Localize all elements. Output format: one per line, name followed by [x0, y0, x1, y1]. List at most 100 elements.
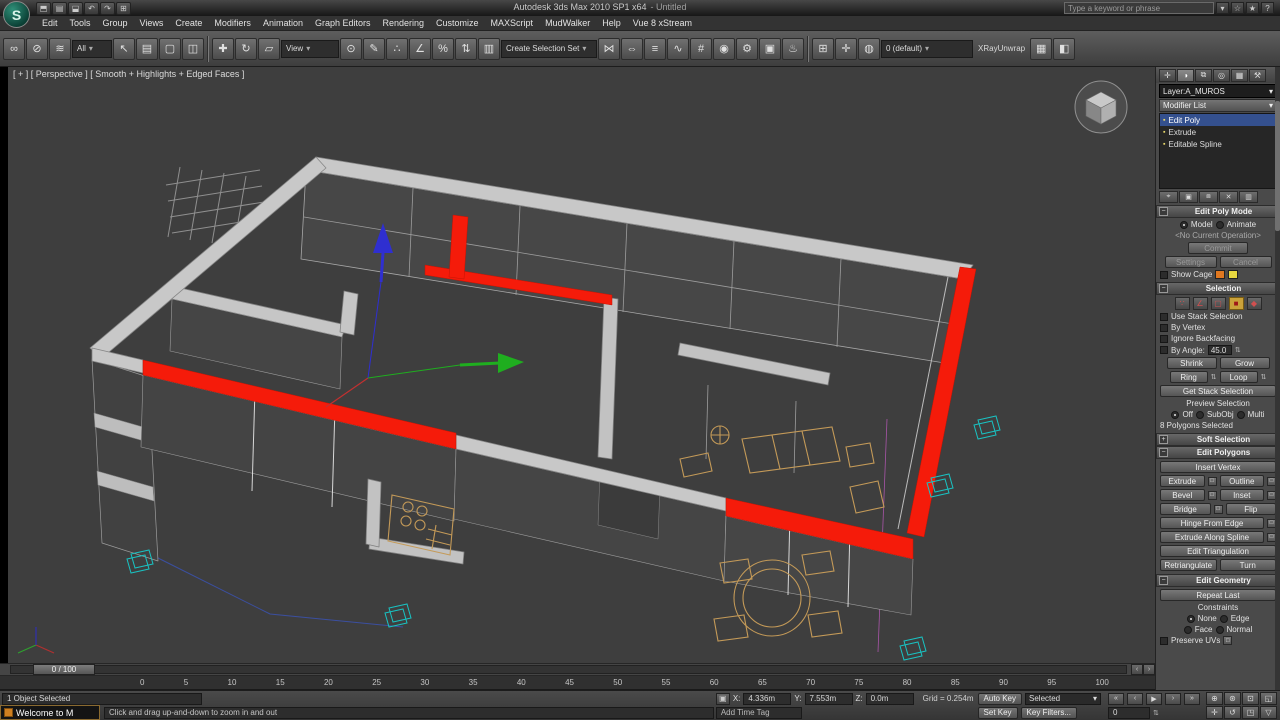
select-and-rotate-icon[interactable]: ↻ — [235, 37, 257, 60]
zoom-all-icon[interactable]: ⊛ — [1224, 692, 1241, 705]
x-coordinate-field[interactable]: 4.336m — [743, 692, 792, 705]
undo-icon[interactable]: ↶ — [84, 1, 99, 15]
bevel-settings-icon[interactable]: □ — [1207, 490, 1217, 500]
select-and-move-icon[interactable]: ✚ — [212, 37, 234, 60]
unlink-selection-icon[interactable]: ⊘ — [26, 37, 48, 60]
collapse-icon[interactable]: − — [1159, 576, 1168, 585]
spinner-icon[interactable]: ⇅ — [1235, 346, 1241, 354]
search-icon[interactable]: ▾ — [1216, 2, 1229, 14]
constraint-edge-radio[interactable] — [1219, 614, 1228, 623]
selected-keying-dropdown[interactable]: Selected ▾ — [1025, 692, 1101, 705]
vertex-mode-icon[interactable]: ∵ — [1174, 297, 1190, 310]
render-production-icon[interactable]: ♨ — [782, 37, 804, 60]
y-coordinate-field[interactable]: 7.553m — [804, 692, 853, 705]
modifier-stack-row[interactable]: ▪ Extrude — [1160, 126, 1276, 138]
new-scene-icon[interactable]: ⬒ — [36, 1, 51, 15]
tab-utilities[interactable]: ⚒ — [1249, 68, 1266, 82]
select-and-scale-icon[interactable]: ▱ — [258, 37, 280, 60]
next-frame-button[interactable]: › — [1165, 692, 1181, 705]
viewport-label[interactable]: [ + ] [ Perspective ] [ Smooth + Highlig… — [13, 69, 244, 79]
collapse-icon[interactable]: − — [1159, 284, 1168, 293]
modifier-list-dropdown[interactable]: Modifier List ▾ — [1159, 99, 1277, 112]
time-slider-handle[interactable]: 0 / 100 — [33, 664, 95, 675]
rollout-soft-selection-header[interactable]: + Soft Selection — [1156, 433, 1280, 446]
unwrap-options-icon[interactable]: ◧ — [1053, 37, 1076, 60]
menu-item[interactable]: Tools — [64, 18, 97, 28]
constraint-face-radio[interactable] — [1183, 625, 1192, 634]
menu-item[interactable]: Help — [596, 18, 627, 28]
use-center-icon[interactable]: ⊙ — [340, 37, 362, 60]
spinner-snap-icon[interactable]: ⇅ — [455, 37, 477, 60]
modifier-lightbulb-icon[interactable]: ▪ — [1163, 117, 1165, 124]
open-file-icon[interactable]: ▤ — [52, 1, 67, 15]
xview-icon[interactable]: ◍ — [858, 37, 880, 60]
tab-motion[interactable]: ◎ — [1213, 68, 1230, 82]
z-coordinate-field[interactable]: 0.0m — [865, 692, 914, 705]
retriangulate-button[interactable]: Retriangulate — [1160, 559, 1217, 571]
menu-item[interactable]: Edit — [36, 18, 64, 28]
commit-button[interactable]: Commit — [1188, 242, 1248, 254]
pan-icon[interactable]: ✛ — [1206, 706, 1223, 719]
edit-triangulation-button[interactable]: Edit Triangulation — [1160, 545, 1276, 557]
extrude-along-spline-button[interactable]: Extrude Along Spline — [1160, 531, 1264, 543]
reference-coordinate-dropdown[interactable]: View ▾ — [281, 39, 339, 58]
time-slider[interactable]: 0 / 100 ‹ › — [0, 663, 1155, 676]
zoom-icon[interactable]: ⊕ — [1206, 692, 1223, 705]
extrude-button[interactable]: Extrude — [1160, 475, 1205, 487]
select-object-icon[interactable]: ↖ — [113, 37, 135, 60]
cancel-button[interactable]: Cancel — [1219, 256, 1272, 268]
bridge-settings-icon[interactable]: □ — [1213, 504, 1223, 514]
spinner-icon[interactable]: ⇅ — [1261, 373, 1267, 381]
spinner-icon[interactable]: ⇅ — [1211, 373, 1217, 381]
menu-item[interactable]: Vue 8 xStream — [627, 18, 698, 28]
key-filters-button[interactable]: Key Filters... — [1020, 706, 1077, 719]
infocenter-search-input[interactable] — [1064, 2, 1214, 14]
model-radio[interactable] — [1179, 220, 1188, 229]
repeat-last-button[interactable]: Repeat Last — [1160, 589, 1276, 601]
flip-button[interactable]: Flip — [1225, 503, 1276, 515]
previous-frame-button[interactable]: ‹ — [1127, 692, 1143, 705]
constraint-none-radio[interactable] — [1186, 614, 1195, 623]
curve-editor-icon[interactable]: ∿ — [667, 37, 689, 60]
rendered-frame-icon[interactable]: ▣ — [759, 37, 781, 60]
menu-item[interactable]: Customize — [430, 18, 485, 28]
render-setup-icon[interactable]: ⚙ — [736, 37, 758, 60]
preview-subobj-radio[interactable] — [1195, 410, 1204, 419]
time-slider-prev-icon[interactable]: ‹ — [1131, 664, 1143, 675]
favorites-icon[interactable]: ★ — [1246, 2, 1259, 14]
tab-hierarchy[interactable]: ⧉ — [1195, 68, 1212, 82]
select-and-link-icon[interactable]: ∞ — [3, 37, 25, 60]
modifier-stack-row[interactable]: ▪ Edit Poly — [1160, 114, 1276, 126]
auto-key-button[interactable]: Auto Key — [977, 692, 1022, 705]
tab-modify[interactable]: ◑ — [1177, 68, 1194, 82]
loop-button[interactable]: Loop — [1219, 371, 1258, 383]
viewport-canvas[interactable] — [8, 67, 1155, 663]
field-of-view-icon[interactable]: ▽ — [1260, 706, 1277, 719]
by-angle-checkbox[interactable] — [1160, 346, 1168, 354]
show-end-result-icon[interactable]: ▣ — [1179, 191, 1198, 203]
outline-button[interactable]: Outline — [1219, 475, 1264, 487]
tab-create[interactable]: ✛ — [1159, 68, 1176, 82]
menu-item[interactable]: Views — [134, 18, 170, 28]
named-selection-sets-icon[interactable]: ▥ — [478, 37, 500, 60]
selection-lock-icon[interactable]: ▣ — [715, 692, 730, 705]
menu-item[interactable]: MudWalker — [539, 18, 596, 28]
animate-radio[interactable] — [1215, 220, 1224, 229]
redo-icon[interactable]: ↷ — [100, 1, 115, 15]
set-key-button[interactable]: Set Key — [977, 706, 1018, 719]
go-to-end-button[interactable]: » — [1184, 692, 1200, 705]
project-folder-icon[interactable]: ⊞ — [116, 1, 131, 15]
named-selection-set-dropdown[interactable]: Create Selection Set ▾ — [501, 39, 597, 58]
welcome-window-fragment[interactable]: Welcome to M — [0, 705, 100, 720]
border-mode-icon[interactable]: ▢ — [1210, 297, 1226, 310]
collapse-icon[interactable]: − — [1159, 207, 1168, 216]
help-icon[interactable]: ? — [1261, 2, 1274, 14]
make-unique-icon[interactable]: ⧈ — [1199, 191, 1218, 203]
angle-snap-icon[interactable]: ∠ — [409, 37, 431, 60]
modifier-lightbulb-icon[interactable]: ▪ — [1163, 129, 1165, 136]
polygon-mode-icon[interactable]: ■ — [1228, 297, 1244, 310]
panel-scrollbar[interactable] — [1275, 67, 1280, 690]
play-button[interactable]: ▶ — [1146, 692, 1162, 705]
perspective-viewport[interactable]: [ + ] [ Perspective ] [ Smooth + Highlig… — [0, 67, 1155, 663]
collapse-icon[interactable]: − — [1159, 448, 1168, 457]
